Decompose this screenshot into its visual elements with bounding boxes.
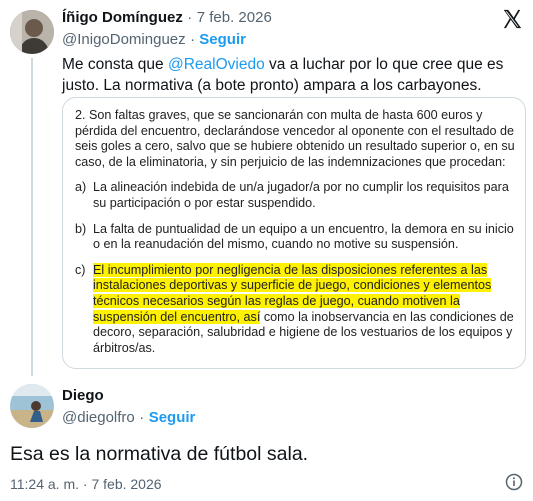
doc-item-a: a) La alineación indebida de un/a jugado…: [75, 180, 509, 210]
doc-item-c: c) El incumplimiento por negligencia de …: [75, 262, 514, 355]
attached-image[interactable]: 2. Son faltas graves, que se sancionarán…: [62, 97, 526, 369]
doc-intro: 2. Son faltas graves, que se sancionarán…: [75, 108, 515, 169]
tweet-date[interactable]: 7 feb. 2026: [91, 476, 161, 492]
thread-line: [31, 58, 33, 376]
separator: ·: [82, 476, 88, 492]
info-icon[interactable]: [505, 473, 523, 491]
author-handle[interactable]: @diegolfro: [62, 409, 135, 426]
author-handle[interactable]: @InigoDominguez: [62, 31, 186, 48]
separator: ·: [187, 9, 193, 26]
tweet-text-line2: justo. La normativa (a bote pronto) ampa…: [62, 77, 482, 94]
mention-link[interactable]: @RealOviedo: [168, 56, 265, 73]
author-name[interactable]: Diego: [62, 387, 104, 404]
follow-button[interactable]: Seguir: [149, 409, 196, 426]
tweet-time[interactable]: 11:24 a. m.: [10, 476, 79, 492]
author-name[interactable]: Íñigo Domínguez: [62, 9, 183, 26]
tweet-text: Esa es la normativa de fútbol sala.: [10, 443, 309, 465]
tweet-text: Me consta que @RealOviedo va a luchar po…: [62, 56, 504, 73]
tweet-date[interactable]: 7 feb. 2026: [197, 9, 272, 26]
follow-button[interactable]: Seguir: [199, 31, 246, 48]
doc-item-b: b) La falta de puntualidad de un equipo …: [75, 221, 514, 252]
x-logo-icon[interactable]: [501, 8, 523, 30]
avatar[interactable]: [10, 384, 54, 428]
separator: ·: [139, 409, 145, 426]
avatar[interactable]: [10, 10, 54, 54]
